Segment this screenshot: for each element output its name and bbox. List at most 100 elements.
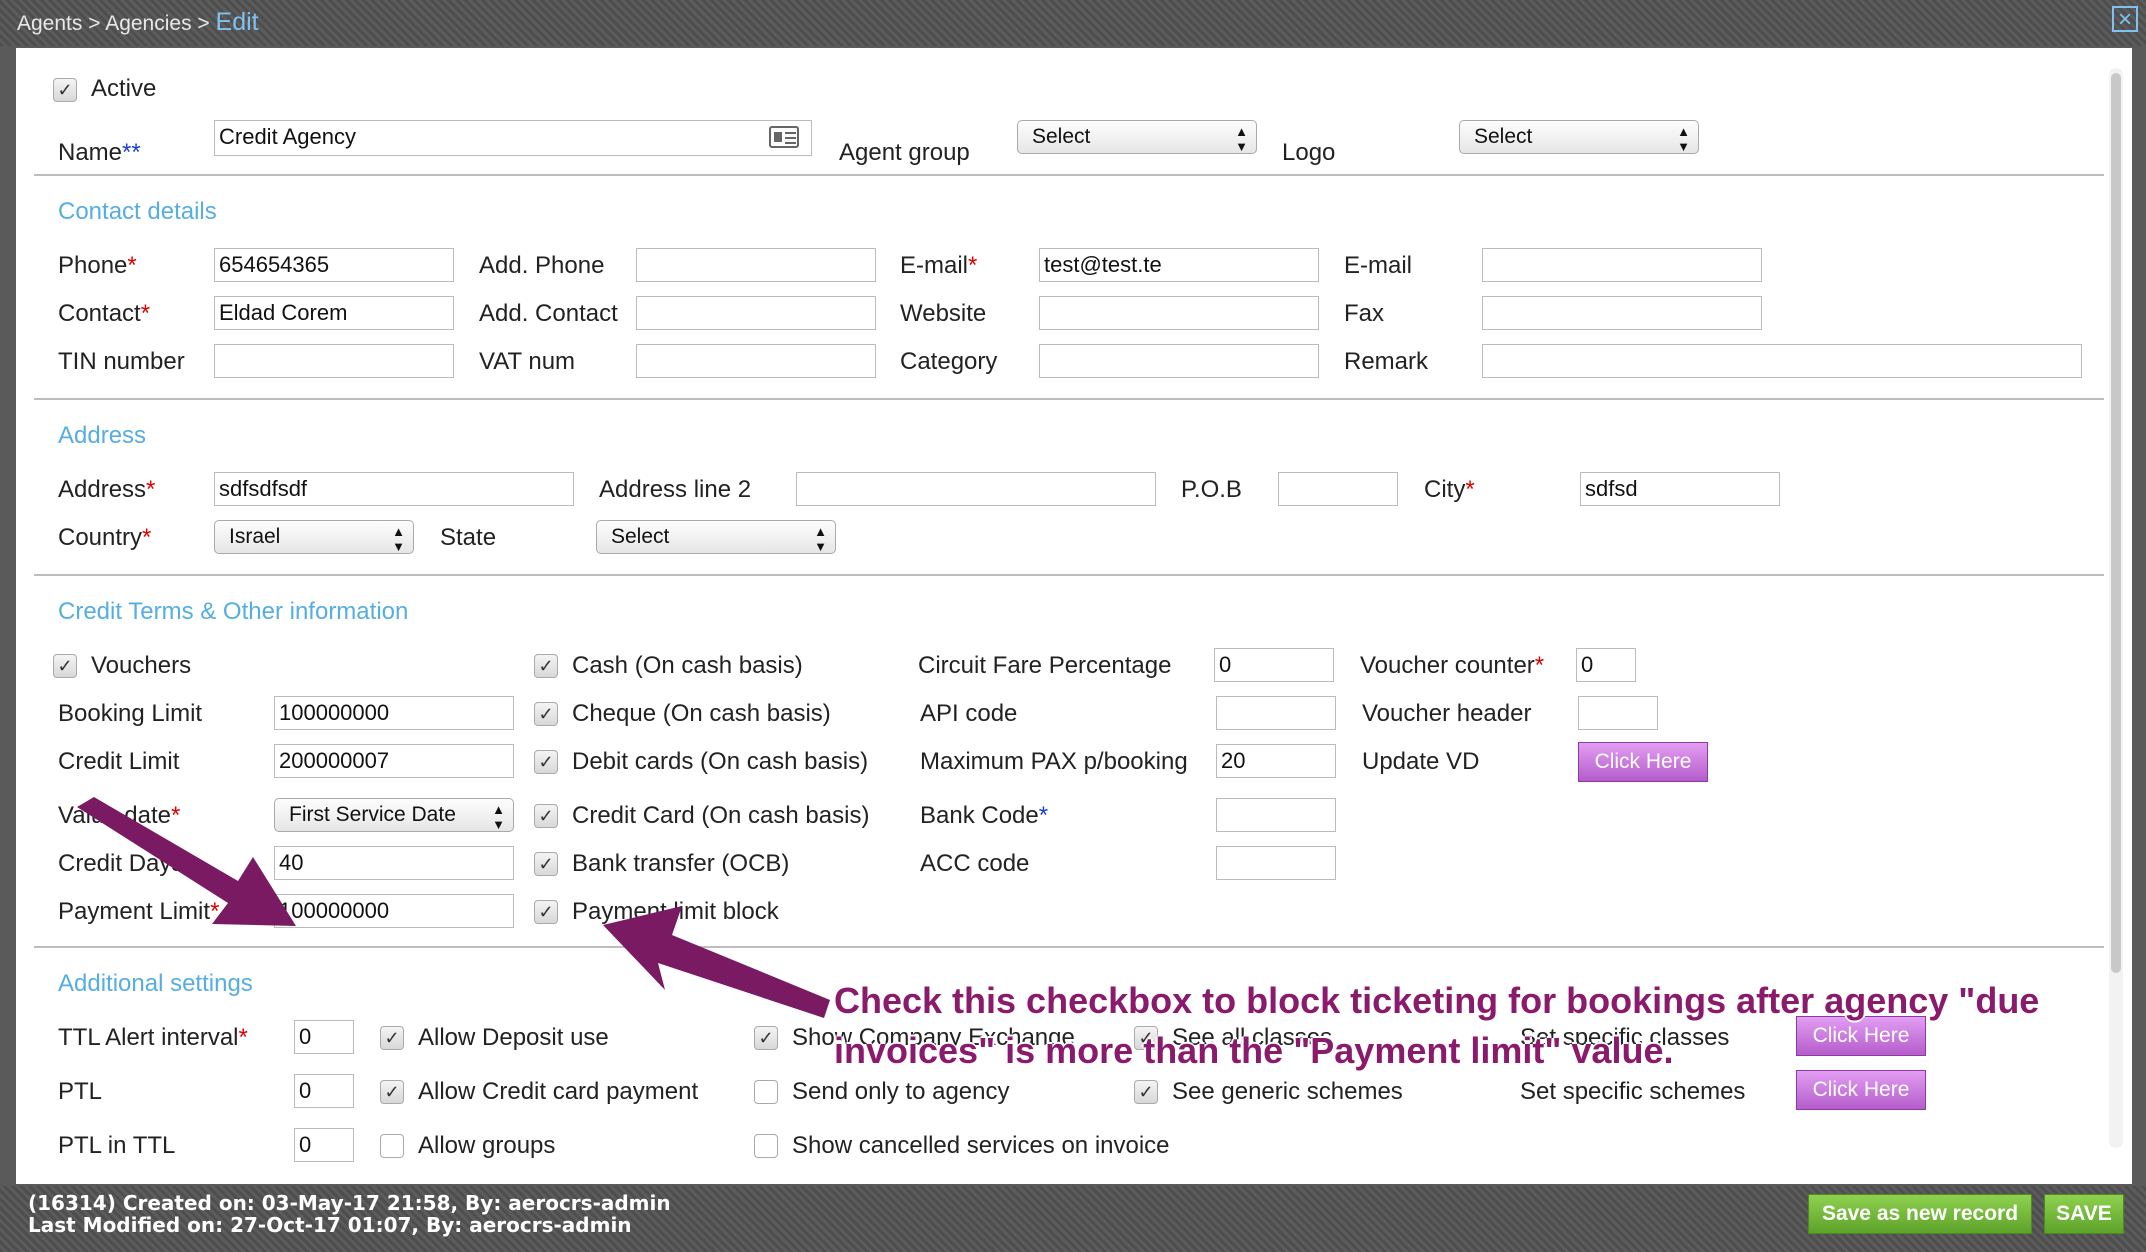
annotation-text-line1: Check this checkbox to block ticketing f… <box>834 980 2040 1021</box>
see-generic-schemes-checkbox[interactable]: ✓ <box>1134 1080 1158 1104</box>
annotation-text-line2: invoices" is more than the "Payment limi… <box>834 1030 1674 1071</box>
scrollbar-thumb[interactable] <box>2111 73 2121 973</box>
ptl-input[interactable]: 0 <box>294 1074 354 1108</box>
update-vd-button[interactable]: Click Here <box>1578 742 1708 782</box>
ptl-in-ttl-label: PTL in TTL <box>58 1132 176 1159</box>
country-label: Country* <box>58 524 152 551</box>
address-label: Address* <box>58 476 156 503</box>
ptl-in-ttl-input[interactable]: 0 <box>294 1128 354 1162</box>
add-contact-input[interactable] <box>636 296 876 330</box>
created-info: (16314) Created on: 03-May-17 21:58, By:… <box>28 1191 671 1215</box>
credit-card-label: Credit Card (On cash basis) <box>572 802 870 829</box>
agent-group-select[interactable]: Select ▲ ▼ <box>1017 120 1257 154</box>
tin-label: TIN number <box>58 348 185 375</box>
phone-label: Phone* <box>58 252 137 279</box>
state-select[interactable]: Select ▲ ▼ <box>596 520 836 554</box>
country-select[interactable]: Israel ▲ ▼ <box>214 520 414 554</box>
acc-code-input[interactable] <box>1216 846 1336 880</box>
credit-section-title: Credit Terms & Other information <box>58 598 409 625</box>
allow-groups-checkbox[interactable] <box>380 1134 404 1158</box>
bank-code-label: Bank Code* <box>920 802 1049 829</box>
remark-input[interactable] <box>1482 344 2082 378</box>
title-bar: Agents > Agencies > Edit × <box>0 0 2146 46</box>
debit-checkbox[interactable]: ✓ <box>534 750 558 774</box>
breadcrumb-agencies[interactable]: Agencies <box>105 12 191 35</box>
add-phone-label: Add. Phone <box>479 252 605 279</box>
contact-label: Contact* <box>58 300 151 327</box>
allow-deposit-checkbox[interactable]: ✓ <box>380 1026 404 1050</box>
update-vd-label: Update VD <box>1362 748 1480 775</box>
add-phone-input[interactable] <box>636 248 876 282</box>
ptl-label: PTL <box>58 1078 103 1105</box>
category-label: Category <box>900 348 998 375</box>
save-as-new-button[interactable]: Save as new record <box>1808 1194 2032 1234</box>
logo-label: Logo <box>1282 139 1336 166</box>
name-input[interactable]: Credit Agency <box>214 120 812 156</box>
cash-label: Cash (On cash basis) <box>572 652 803 679</box>
credit-days-input[interactable]: 40 <box>274 846 514 880</box>
show-cancelled-checkbox[interactable] <box>754 1134 778 1158</box>
breadcrumb: Agents > Agencies > Edit <box>17 8 259 37</box>
close-icon[interactable]: × <box>2112 6 2138 32</box>
address-line2-input[interactable] <box>796 472 1156 506</box>
bank-code-input[interactable] <box>1216 798 1336 832</box>
allow-groups-label: Allow groups <box>418 1132 556 1159</box>
credit-limit-input[interactable]: 200000007 <box>274 744 514 778</box>
add-contact-label: Add. Contact <box>479 300 618 327</box>
contact-section-title: Contact details <box>58 198 217 225</box>
payment-limit-block-checkbox[interactable]: ✓ <box>534 900 558 924</box>
breadcrumb-separator: > <box>88 12 101 35</box>
category-input[interactable] <box>1039 344 1319 378</box>
bank-transfer-checkbox[interactable]: ✓ <box>534 852 558 876</box>
circuit-fare-input[interactable]: 0 <box>1214 648 1334 682</box>
city-label: City* <box>1424 476 1475 503</box>
set-specific-schemes-label: Set specific schemes <box>1520 1078 1746 1105</box>
tin-input[interactable] <box>214 344 454 378</box>
voucher-counter-label: Voucher counter* <box>1360 652 1545 679</box>
pob-input[interactable] <box>1278 472 1398 506</box>
payment-limit-input[interactable]: 100000000 <box>274 894 514 928</box>
vouchers-checkbox[interactable]: ✓ <box>53 654 77 678</box>
allow-credit-card-checkbox[interactable]: ✓ <box>380 1080 404 1104</box>
set-specific-classes-button[interactable]: Click Here <box>1796 1016 1926 1056</box>
active-checkbox[interactable]: ✓ <box>53 78 77 102</box>
pob-label: P.O.B <box>1181 476 1242 503</box>
api-code-input[interactable] <box>1216 696 1336 730</box>
value-date-select[interactable]: First Service Date ▲ ▼ <box>274 798 514 832</box>
ttl-alert-input[interactable]: 0 <box>294 1020 354 1054</box>
max-pax-input[interactable]: 20 <box>1216 744 1336 778</box>
logo-select[interactable]: Select ▲ ▼ <box>1459 120 1699 154</box>
voucher-header-input[interactable] <box>1578 696 1658 730</box>
city-input[interactable]: sdfsd <box>1580 472 1780 506</box>
vat-input[interactable] <box>636 344 876 378</box>
address-input[interactable]: sdfsdfsdf <box>214 472 574 506</box>
save-button[interactable]: SAVE <box>2044 1194 2124 1234</box>
cheque-checkbox[interactable]: ✓ <box>534 702 558 726</box>
contact-card-icon[interactable] <box>769 126 799 148</box>
set-specific-schemes-button[interactable]: Click Here <box>1796 1070 1926 1110</box>
contact-input[interactable]: Eldad Corem <box>214 296 454 330</box>
debit-label: Debit cards (On cash basis) <box>572 748 869 775</box>
send-only-agency-checkbox[interactable] <box>754 1080 778 1104</box>
modified-info: Last Modified on: 27-Oct-17 01:07, By: a… <box>28 1213 632 1237</box>
website-input[interactable] <box>1039 296 1319 330</box>
booking-limit-label: Booking Limit <box>58 700 203 727</box>
divider <box>34 174 2104 176</box>
payment-limit-label: Payment Limit* <box>58 898 220 925</box>
website-label: Website <box>900 300 987 327</box>
credit-card-checkbox[interactable]: ✓ <box>534 804 558 828</box>
cash-checkbox[interactable]: ✓ <box>534 654 558 678</box>
acc-code-label: ACC code <box>920 850 1030 877</box>
breadcrumb-current: Edit <box>215 8 259 36</box>
email2-input[interactable] <box>1482 248 1762 282</box>
booking-limit-input[interactable]: 100000000 <box>274 696 514 730</box>
voucher-counter-input[interactable]: 0 <box>1576 648 1636 682</box>
fax-input[interactable] <box>1482 296 1762 330</box>
remark-label: Remark <box>1344 348 1429 375</box>
email-input[interactable]: test@test.te <box>1039 248 1319 282</box>
value-date-label: Value date* <box>58 802 181 829</box>
breadcrumb-agents[interactable]: Agents <box>17 12 82 35</box>
email2-label: E-mail <box>1344 252 1413 279</box>
phone-input[interactable]: 654654365 <box>214 248 454 282</box>
show-company-exchange-checkbox[interactable]: ✓ <box>754 1026 778 1050</box>
